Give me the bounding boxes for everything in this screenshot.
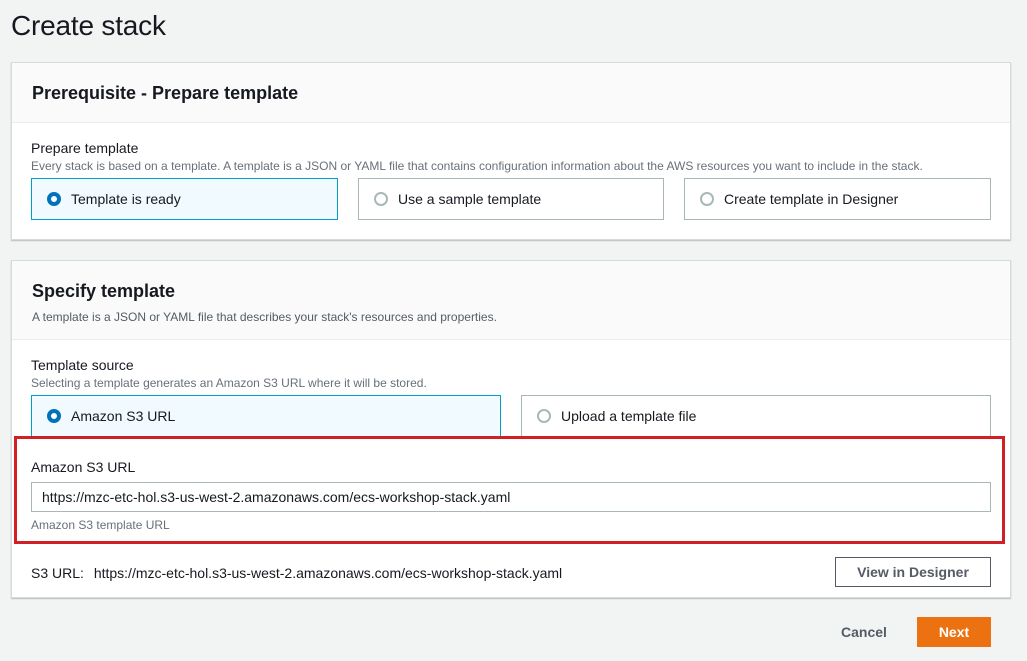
radio-selected-icon bbox=[47, 192, 61, 206]
view-in-designer-button[interactable]: View in Designer bbox=[835, 557, 991, 587]
option-label: Amazon S3 URL bbox=[71, 408, 176, 424]
prepare-template-label: Prepare template bbox=[31, 140, 139, 156]
option-label: Create template in Designer bbox=[724, 191, 899, 207]
radio-unselected-icon bbox=[537, 409, 551, 423]
prerequisite-header: Prerequisite - Prepare template bbox=[12, 63, 1010, 123]
option-template-ready[interactable]: Template is ready bbox=[31, 178, 338, 220]
prerequisite-title: Prerequisite - Prepare template bbox=[32, 83, 299, 103]
option-sample-template[interactable]: Use a sample template bbox=[358, 178, 664, 220]
s3-url-input[interactable] bbox=[31, 482, 991, 512]
radio-selected-icon bbox=[47, 409, 61, 423]
specify-template-header: Specify template A template is a JSON or… bbox=[12, 261, 1010, 340]
option-amazon-s3-url[interactable]: Amazon S3 URL bbox=[31, 395, 501, 437]
s3-url-value: https://mzc-etc-hol.s3-us-west-2.amazona… bbox=[93, 565, 563, 581]
s3-url-field-hint: Amazon S3 template URL bbox=[31, 518, 170, 532]
page-title: Create stack bbox=[11, 10, 166, 41]
radio-unselected-icon bbox=[700, 192, 714, 206]
cancel-button[interactable]: Cancel bbox=[830, 618, 898, 646]
radio-unselected-icon bbox=[374, 192, 388, 206]
s3-url-prefix: S3 URL: bbox=[31, 565, 84, 581]
s3-url-display: S3 URL: https://mzc-etc-hol.s3-us-west-2… bbox=[31, 565, 562, 581]
option-label: Upload a template file bbox=[561, 408, 697, 424]
option-label: Template is ready bbox=[71, 191, 181, 207]
option-create-in-designer[interactable]: Create template in Designer bbox=[684, 178, 991, 220]
option-upload-template-file[interactable]: Upload a template file bbox=[521, 395, 991, 437]
specify-template-desc: A template is a JSON or YAML file that d… bbox=[32, 310, 497, 324]
template-source-desc: Selecting a template generates an Amazon… bbox=[31, 376, 427, 390]
prepare-template-desc: Every stack is based on a template. A te… bbox=[31, 159, 923, 173]
s3-url-field-label: Amazon S3 URL bbox=[31, 459, 136, 475]
next-button[interactable]: Next bbox=[917, 617, 991, 647]
option-label: Use a sample template bbox=[398, 191, 542, 207]
template-source-label: Template source bbox=[31, 357, 134, 373]
specify-template-title: Specify template bbox=[32, 281, 176, 301]
